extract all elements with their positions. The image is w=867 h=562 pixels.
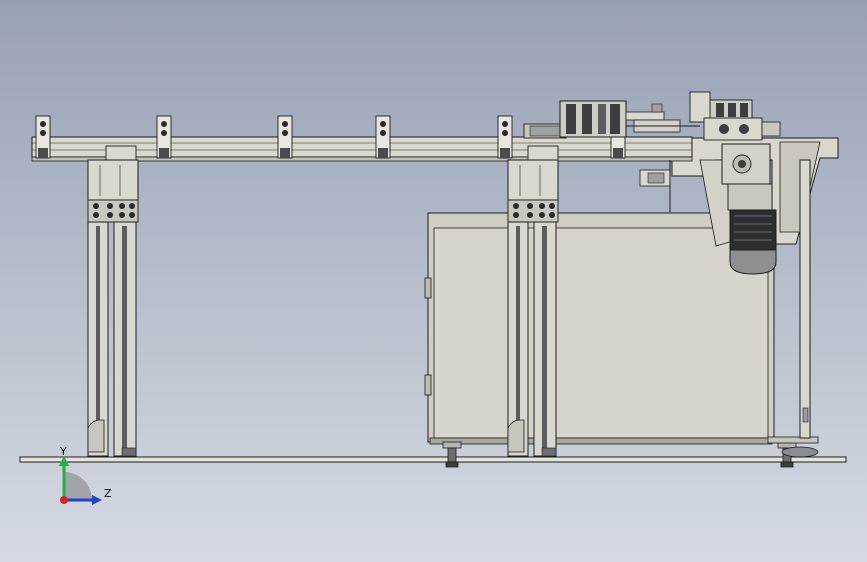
cylinder-assembly [625,103,700,133]
gearbox-head[interactable] [689,91,781,141]
guide-bracket-5 [497,115,513,159]
support-column-left[interactable] [87,145,139,457]
gear-reducer[interactable] [721,143,773,211]
y-axis-label: Y [59,445,67,458]
roller-drum-large [559,100,627,138]
z-axis-label: Z [104,487,112,500]
cad-viewport[interactable]: Y Z [0,0,867,562]
guide-bracket-2 [156,115,172,159]
guide-bracket-4 [375,115,391,159]
guide-bracket-3 [277,115,293,159]
floor-plate [19,456,847,463]
leveling-foot-right [767,436,819,458]
guide-bracket-1 [35,115,51,159]
drive-motor[interactable] [729,209,777,275]
conveyor-machine-side-view[interactable]: Y Z [0,0,867,562]
x-axis-dot [60,496,68,504]
sensor-bracket [639,160,671,212]
caster-left [442,441,462,468]
cabinet[interactable] [424,212,775,445]
